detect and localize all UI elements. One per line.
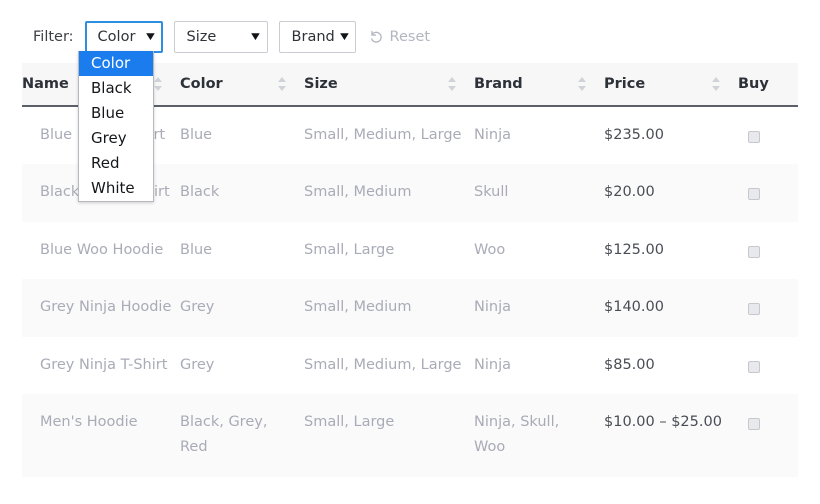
size-filter-value: Size — [186, 29, 217, 45]
sort-updown-icon — [448, 77, 457, 91]
buy-checkbox[interactable] — [748, 131, 760, 143]
cell-name: Men's Hoodie — [40, 413, 138, 430]
cell-buy — [738, 337, 798, 394]
sort-toggle-brand[interactable] — [578, 63, 604, 107]
cell-size: Small, Large — [304, 241, 395, 258]
cell-size: Small, Large — [304, 413, 395, 430]
cell-price: $140.00 — [604, 299, 664, 316]
chevron-down-icon: ▼ — [145, 31, 155, 42]
cell-size: Small, Medium, Large — [304, 356, 462, 373]
table-row: Men's Hoodie Black, Grey, Red Small, Lar… — [22, 393, 798, 477]
cell-price: $235.00 — [604, 127, 664, 143]
sort-updown-icon — [712, 77, 721, 91]
cell-name: Grey Ninja T-Shirt — [40, 356, 168, 373]
column-header-size[interactable]: Size — [304, 63, 448, 107]
filter-label: Filter: — [33, 28, 74, 45]
cell-color: Blue — [180, 241, 213, 258]
dropdown-option-black[interactable]: Black — [79, 76, 153, 101]
cell-color: Blue — [180, 127, 213, 143]
sort-updown-icon — [578, 77, 587, 91]
cell-buy — [738, 222, 798, 279]
sort-toggle-size[interactable] — [448, 63, 474, 107]
table-row: Grey Ninja T-Shirt Grey Small, Medium, L… — [22, 337, 798, 394]
cell-color: Grey — [180, 356, 215, 373]
cell-price: $125.00 — [604, 241, 664, 258]
cell-brand: Skull — [474, 184, 509, 201]
cell-size: Small, Medium — [304, 184, 412, 201]
buy-checkbox[interactable] — [748, 188, 760, 201]
filter-bar: Filter: Color ▼ Size ▼ Brand ▼ Reset — [33, 20, 432, 54]
sort-updown-icon — [154, 77, 163, 91]
color-filter-dropdown[interactable]: Color Black Blue Grey Red White — [78, 51, 154, 202]
table-row: Grey Ninja Hoodie Grey Small, Medium Nin… — [22, 279, 798, 337]
sort-updown-icon — [278, 77, 287, 91]
buy-checkbox[interactable] — [748, 303, 760, 316]
dropdown-option-color[interactable]: Color — [79, 51, 153, 76]
undo-arrow-icon — [369, 30, 384, 45]
cell-color: Black, Grey, Red — [180, 413, 268, 456]
product-filter-page: Filter: Color ▼ Size ▼ Brand ▼ Reset Col… — [0, 0, 820, 504]
buy-checkbox[interactable] — [748, 417, 760, 430]
dropdown-option-grey[interactable]: Grey — [79, 126, 153, 151]
brand-filter-select[interactable]: Brand ▼ — [278, 21, 356, 53]
cell-buy — [738, 279, 798, 336]
reset-button[interactable]: Reset — [367, 29, 433, 45]
buy-checkbox[interactable] — [748, 245, 760, 258]
dropdown-option-red[interactable]: Red — [79, 151, 153, 176]
color-filter-select[interactable]: Color ▼ — [84, 21, 163, 53]
cell-brand: Ninja — [474, 127, 511, 143]
table-row: Blue Woo Hoodie Blue Small, Large Woo $1… — [22, 222, 798, 279]
sort-toggle-price[interactable] — [712, 63, 738, 107]
color-filter-value: Color — [97, 29, 136, 45]
cell-price: $10.00 – $25.00 — [604, 413, 722, 430]
cell-brand: Ninja — [474, 299, 511, 316]
cell-name: Blue Woo Hoodie — [40, 241, 164, 258]
column-header-brand[interactable]: Brand — [474, 63, 578, 107]
sort-toggle-name[interactable] — [154, 63, 180, 107]
sort-toggle-color[interactable] — [278, 63, 304, 107]
cell-brand: Ninja — [474, 356, 511, 373]
column-header-color[interactable]: Color — [180, 63, 278, 107]
cell-color: Grey — [180, 299, 215, 316]
dropdown-option-white[interactable]: White — [79, 176, 153, 201]
column-header-price[interactable]: Price — [604, 63, 712, 107]
column-header-buy: Buy — [738, 63, 798, 107]
cell-price: $20.00 — [604, 184, 655, 201]
cell-size: Small, Medium — [304, 299, 412, 316]
cell-buy — [738, 106, 798, 164]
cell-name: Grey Ninja Hoodie — [40, 299, 172, 316]
cell-price: $85.00 — [604, 356, 655, 373]
chevron-down-icon: ▼ — [339, 31, 349, 42]
brand-filter-value: Brand — [291, 29, 335, 45]
cell-buy — [738, 164, 798, 221]
cell-buy — [738, 394, 798, 477]
cell-brand: Woo — [474, 241, 506, 258]
cell-color: Black — [180, 184, 220, 201]
reset-label: Reset — [389, 29, 431, 45]
size-filter-select[interactable]: Size ▼ — [173, 21, 268, 53]
buy-checkbox[interactable] — [748, 360, 760, 373]
chevron-down-icon: ▼ — [250, 31, 260, 42]
dropdown-option-blue[interactable]: Blue — [79, 101, 153, 126]
cell-size: Small, Medium, Large — [304, 127, 462, 143]
cell-brand: Ninja, Skull, Woo — [474, 413, 560, 456]
